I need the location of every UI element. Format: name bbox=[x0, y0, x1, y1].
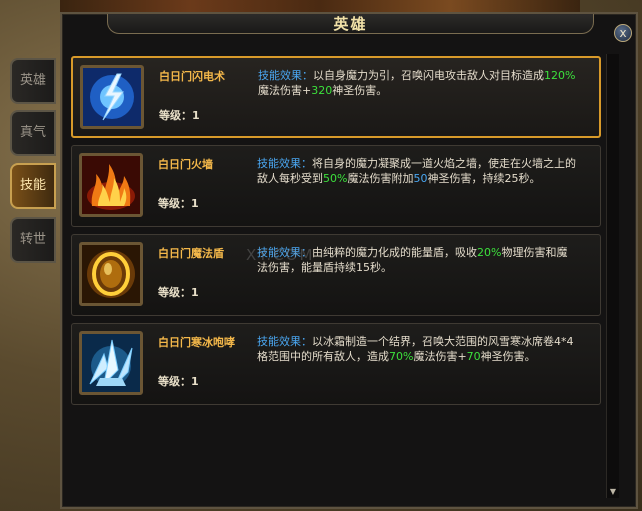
skill-level: 等级：1 bbox=[158, 373, 199, 389]
desc-text: 以自身魔力为引，召唤闪电攻击敌人对目标造成 bbox=[313, 69, 544, 82]
desc-value: 70 bbox=[466, 350, 481, 363]
skill-description: 技能效果：以冰霜制造一个结界，召唤大范围的风雪寒冰席卷4*4格范围中的所有敌人，… bbox=[257, 334, 577, 364]
watermark: XY.COM bbox=[246, 246, 315, 264]
desc-value: 120% bbox=[544, 69, 576, 82]
skill-level: 等级：1 bbox=[158, 284, 199, 300]
desc-text: 魔法伤害+ bbox=[258, 84, 312, 97]
desc-text: 由纯粹的魔力化成的能量盾，吸收 bbox=[312, 246, 477, 259]
effect-label: 技能效果： bbox=[257, 157, 312, 170]
level-value: 1 bbox=[191, 375, 199, 388]
skill-row-ice-roar[interactable]: 白日门寒冰咆哮 等级：1 技能效果：以冰霜制造一个结界，召唤大范围的风雪寒冰席卷… bbox=[71, 323, 601, 405]
skill-description: 技能效果：以自身魔力为引，召唤闪电攻击敌人对目标造成120% 魔法伤害+320神圣… bbox=[258, 68, 578, 98]
skill-name: 白日门闪电术 bbox=[159, 70, 225, 83]
ice-roar-icon bbox=[79, 331, 143, 395]
skill-row-magic-shield[interactable]: 白日门魔法盾 等级：1 技能效果：由纯粹的魔力化成的能量盾，吸收20%物理伤害和… bbox=[71, 234, 601, 316]
desc-value: 50 bbox=[413, 172, 428, 185]
desc-text: 魔法伤害+ bbox=[413, 350, 467, 363]
skill-name: 白日门寒冰咆哮 bbox=[158, 336, 235, 349]
title-bar: 英雄 bbox=[107, 14, 594, 34]
level-value: 1 bbox=[191, 197, 199, 210]
effect-label: 技能效果： bbox=[257, 335, 312, 348]
level-label: 等级： bbox=[158, 197, 191, 210]
tab-skills[interactable]: 技能 bbox=[10, 163, 56, 209]
tab-rebirth[interactable]: 转世 bbox=[10, 217, 56, 263]
desc-value: 20% bbox=[477, 246, 502, 259]
desc-value: 70% bbox=[389, 350, 414, 363]
desc-text: 神圣伤害。 bbox=[480, 350, 536, 363]
level-label: 等级： bbox=[158, 286, 191, 299]
magic-shield-icon bbox=[79, 242, 143, 306]
close-button[interactable]: x bbox=[614, 24, 632, 42]
desc-text: 魔法伤害附加 bbox=[347, 172, 414, 185]
lightning-icon bbox=[80, 65, 144, 129]
skill-row-lightning[interactable]: 白日门闪电术 等级：1 技能效果：以自身魔力为引，召唤闪电攻击敌人对目标造成12… bbox=[71, 56, 601, 138]
skill-name: 白日门火墙 bbox=[158, 158, 213, 171]
tab-hero[interactable]: 英雄 bbox=[10, 58, 56, 104]
desc-value: 320 bbox=[311, 84, 333, 97]
scroll-down-icon[interactable]: ▼ bbox=[607, 486, 619, 498]
window-title: 英雄 bbox=[333, 15, 368, 33]
close-icon: x bbox=[619, 26, 627, 40]
level-label: 等级： bbox=[159, 109, 192, 122]
tab-true-qi[interactable]: 真气 bbox=[10, 110, 56, 156]
level-value: 1 bbox=[191, 286, 199, 299]
skill-row-fire-wall[interactable]: 白日门火墙 等级：1 技能效果：将自身的魔力凝聚成一道火焰之墙，使走在火墙之上的… bbox=[71, 145, 601, 227]
skill-description: 技能效果：将自身的魔力凝聚成一道火焰之墙，使走在火墙之上的敌人每秒受到50%魔法… bbox=[257, 156, 577, 186]
effect-label: 技能效果： bbox=[258, 69, 313, 82]
desc-value: 50% bbox=[323, 172, 348, 185]
level-label: 等级： bbox=[158, 375, 191, 388]
scrollbar[interactable]: ▼ bbox=[606, 54, 619, 498]
desc-text: 神圣伤害。 bbox=[332, 84, 388, 97]
level-value: 1 bbox=[192, 109, 200, 122]
desc-text: 神圣伤害，持续25秒。 bbox=[427, 172, 541, 185]
skill-level: 等级：1 bbox=[158, 195, 199, 211]
skill-name: 白日门魔法盾 bbox=[158, 247, 224, 260]
fire-wall-icon bbox=[79, 153, 143, 217]
skill-level: 等级：1 bbox=[159, 107, 200, 123]
